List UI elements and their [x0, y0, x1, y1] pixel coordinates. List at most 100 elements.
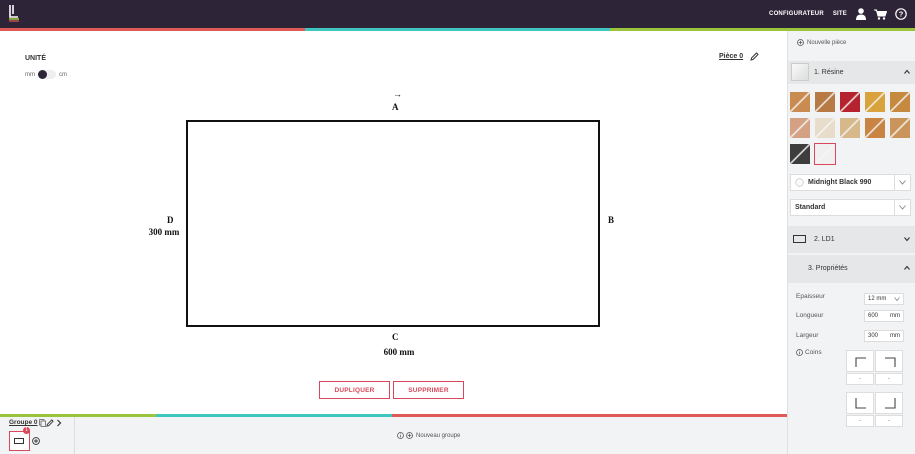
corner-bottom-right-icon: [885, 398, 896, 409]
group-separator: [74, 417, 75, 454]
svg-text:?: ?: [899, 10, 904, 19]
epaisseur-select[interactable]: 12 mm: [864, 293, 904, 305]
direction-arrow-icon: →: [393, 89, 402, 99]
piece-shape[interactable]: [186, 120, 600, 327]
unit-toggle[interactable]: [38, 70, 56, 79]
finish-dropdown[interactable]: Standard: [790, 199, 911, 216]
epaisseur-label: Epaisseur: [796, 293, 825, 300]
top-bar: CONFIGURATEUR SITE ?: [0, 0, 915, 28]
info-icon: [796, 349, 803, 356]
pencil-icon[interactable]: [750, 52, 759, 61]
material-swatch-wood-orange[interactable]: [865, 118, 885, 138]
shape-section-label: 2. LD1: [814, 236, 835, 243]
material-swatch-terracotta[interactable]: [790, 118, 810, 138]
material-section-header[interactable]: 1. Résine: [788, 61, 915, 84]
new-piece-label: Nouvelle pièce: [807, 39, 847, 46]
coins-row: Coins: [796, 349, 822, 356]
rectangle-shape-icon: [793, 235, 806, 243]
material-swatch-dark-grey[interactable]: [790, 144, 810, 164]
properties-section-label: 3. Propriétés: [808, 265, 848, 272]
new-group-label: Nouveau groupe: [416, 432, 461, 439]
largeur-label: Largeur: [796, 332, 819, 339]
toggle-knob: [38, 70, 47, 79]
piece-thumbnail[interactable]: [9, 431, 30, 451]
material-swatch-wood-pale[interactable]: [840, 118, 860, 138]
longueur-input[interactable]: 600 mm: [864, 310, 904, 322]
longueur-value: 600: [868, 313, 879, 319]
epaisseur-value: 12 mm: [868, 296, 887, 302]
finish-dropdown-value: Standard: [795, 204, 826, 211]
new-group-button[interactable]: Nouveau groupe: [397, 432, 460, 439]
shape-section-header[interactable]: 2. LD1: [788, 226, 915, 253]
piece-title[interactable]: Pièce 0: [719, 53, 743, 60]
longueur-unit: mm: [890, 313, 900, 319]
duplicate-button[interactable]: DUPLIQUER: [319, 381, 390, 399]
material-swatch-wood-light[interactable]: [790, 92, 810, 112]
properties-section-header[interactable]: 3. Propriétés: [788, 255, 915, 283]
material-section-thumbnail: [791, 63, 809, 81]
chevron-down-icon: [894, 200, 910, 215]
add-piece-icon[interactable]: [32, 437, 40, 445]
cart-icon[interactable]: [874, 9, 887, 20]
chevron-down-icon: [904, 237, 910, 242]
chevron-down-icon: [894, 297, 900, 301]
material-section-label: 1. Résine: [814, 69, 844, 76]
corner-bottom-right[interactable]: [875, 392, 903, 414]
corner-top-left[interactable]: [846, 350, 874, 372]
copy-icon[interactable]: [39, 419, 46, 427]
info-icon: [397, 432, 404, 439]
corner-top-right[interactable]: [875, 350, 903, 372]
add-icon: [797, 39, 804, 46]
color-chip-icon: [795, 178, 804, 187]
side-b-label: B: [608, 215, 615, 225]
piece-thumbnail-shape: [14, 438, 24, 444]
chevron-up-icon: [904, 265, 910, 270]
color-dropdown-value: Midnight Black 990: [808, 179, 872, 186]
longueur-label: Longueur: [796, 312, 824, 319]
corner-top-left-icon: [855, 357, 866, 367]
user-icon[interactable]: [856, 8, 866, 20]
group-bar: Groupe 0 1 Nouveau groupe: [0, 414, 787, 454]
group-count-value: 1: [25, 427, 28, 433]
corner-top-right-value[interactable]: -: [875, 373, 903, 385]
side-a-label: A: [392, 102, 399, 112]
group-count-badge: 1: [23, 427, 30, 434]
main-canvas: UNITÉ mm cm Pièce 0 → A B C 600 mm D 300…: [0, 31, 787, 414]
pencil-icon[interactable]: [46, 419, 54, 427]
corner-bottom-left-value[interactable]: -: [846, 415, 874, 427]
material-swatch-wood-yellow[interactable]: [865, 92, 885, 112]
largeur-value: 300: [868, 333, 879, 339]
chevron-up-icon: [904, 69, 910, 74]
material-swatch-wood-honey[interactable]: [890, 92, 910, 112]
new-piece-button[interactable]: Nouvelle pièce: [797, 39, 846, 46]
add-icon: [406, 432, 413, 439]
largeur-input[interactable]: 300 mm: [864, 330, 904, 342]
brand-logo[interactable]: [8, 4, 20, 22]
material-swatch-wood-tan[interactable]: [890, 118, 910, 138]
length-dimension: 600 mm: [383, 347, 415, 357]
unit-cm-label[interactable]: cm: [59, 72, 67, 78]
material-swatch-red-pattern[interactable]: [840, 92, 860, 112]
largeur-unit: mm: [890, 333, 900, 339]
help-icon[interactable]: ?: [895, 8, 907, 20]
group-title[interactable]: Groupe 0: [9, 419, 38, 426]
chevron-right-icon[interactable]: [56, 419, 62, 427]
unit-mm-label[interactable]: mm: [25, 72, 35, 78]
side-d-label: D: [167, 215, 174, 225]
chevron-down-icon: [894, 175, 910, 190]
corner-bottom-right-value[interactable]: -: [875, 415, 903, 427]
delete-button[interactable]: SUPPRIMER: [393, 381, 464, 399]
color-dropdown[interactable]: Midnight Black 990: [790, 174, 911, 191]
material-swatch-wood-medium[interactable]: [815, 92, 835, 112]
corner-top-left-value[interactable]: -: [846, 373, 874, 385]
nav-site[interactable]: SITE: [833, 11, 847, 17]
group-stripe-green: [0, 414, 156, 417]
nav-configurateur[interactable]: CONFIGURATEUR: [769, 11, 824, 17]
coins-label: Coins: [805, 349, 822, 356]
material-swatch-white-gloss[interactable]: [814, 143, 836, 165]
side-c-label: C: [392, 332, 399, 342]
unit-toggle-row: mm cm: [25, 70, 67, 79]
corner-bottom-left[interactable]: [846, 392, 874, 414]
material-swatch-light-beige[interactable]: [815, 118, 835, 138]
group-stripe-teal: [156, 414, 392, 417]
